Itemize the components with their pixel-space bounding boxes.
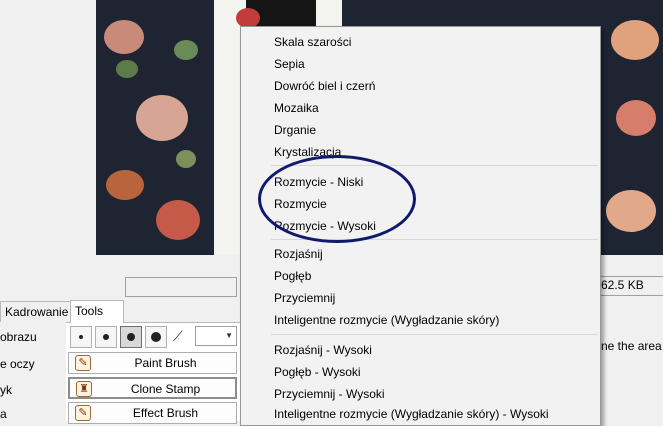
tab-label: Kadrowanie — [5, 305, 69, 319]
chevron-down-icon: ▼ — [225, 331, 233, 340]
menu-item-mozaika[interactable]: Mozaika — [274, 101, 319, 115]
leaf-decoration — [174, 40, 198, 60]
menu-item-inteligentne-rozmycie[interactable]: Inteligentne rozmycie (Wygładzanie skóry… — [274, 313, 499, 327]
flower-decoration — [616, 100, 656, 136]
flower-decoration — [104, 20, 144, 54]
side-label: yk — [0, 383, 12, 397]
paint-brush-icon: ✎ — [75, 355, 91, 371]
paint-brush-button[interactable]: ✎ Paint Brush — [68, 352, 237, 374]
menu-item-poglab-wysoki[interactable]: Pogłęb - Wysoki — [274, 365, 361, 379]
menu-item-odwroc[interactable]: Dowróć biel i czerń — [274, 79, 375, 93]
flower-decoration — [236, 8, 260, 28]
menu-item-skala-szarosci[interactable]: Skala szarości — [274, 35, 351, 49]
menu-item-przyciemnij-wysoki[interactable]: Przyciemnij - Wysoki — [274, 387, 385, 401]
menu-item-rozjasnij-wysoki[interactable]: Rozjaśnij - Wysoki — [274, 343, 372, 357]
tool-label: Paint Brush — [134, 356, 197, 370]
menu-item-poglab[interactable]: Pogłęb — [274, 269, 311, 283]
flower-decoration — [136, 95, 188, 141]
brush-size-xlarge-button[interactable] — [145, 326, 167, 348]
effect-brush-button[interactable]: ✎ Effect Brush — [68, 402, 237, 424]
status-field — [125, 277, 237, 297]
brush-size-small-button[interactable] — [70, 326, 92, 348]
menu-item-rozmycie[interactable]: Rozmycie — [274, 197, 327, 211]
brush-dot-icon — [151, 332, 161, 342]
clone-stamp-icon: ♜ — [76, 381, 92, 397]
flower-decoration — [606, 190, 656, 232]
menu-item-inteligentne-rozmycie-wysoki[interactable]: Inteligentne rozmycie (Wygładzanie skóry… — [274, 407, 549, 421]
menu-separator — [271, 334, 598, 335]
menu-separator — [271, 165, 598, 166]
leaf-decoration — [116, 60, 138, 78]
menu-item-rozmycie-niski[interactable]: Rozmycie - Niski — [274, 175, 363, 189]
leaf-decoration — [176, 150, 196, 168]
menu-item-rozmycie-wysoki[interactable]: Rozmycie - Wysoki — [274, 219, 376, 233]
menu-item-krystalizacja[interactable]: Krystalizacja — [274, 145, 341, 159]
flower-decoration — [156, 200, 200, 240]
menu-separator — [271, 239, 598, 240]
effect-brush-icon: ✎ — [75, 405, 91, 421]
file-size-text: 62.5 KB — [601, 278, 644, 292]
menu-item-drganie[interactable]: Drganie — [274, 123, 316, 137]
brush-dot-icon — [103, 334, 109, 340]
context-menu: Skala szarości Sepia Dowróć biel i czerń… — [240, 26, 601, 426]
brush-dot-icon — [79, 335, 83, 339]
menu-item-sepia[interactable]: Sepia — [274, 57, 305, 71]
flower-decoration — [106, 170, 144, 200]
tab-label: Tools — [75, 304, 104, 318]
brush-size-large-button[interactable] — [120, 326, 142, 348]
brush-dot-icon — [127, 333, 135, 341]
clone-stamp-button[interactable]: ♜ Clone Stamp — [68, 377, 237, 399]
tab-tools[interactable]: Tools — [70, 300, 124, 323]
hint-text: ne the area — [601, 339, 662, 353]
flower-decoration — [611, 20, 659, 60]
side-label: a — [0, 407, 7, 421]
eyedropper-icon[interactable]: ⟋ — [173, 328, 189, 346]
tool-label: Clone Stamp — [130, 382, 201, 396]
side-label: e oczy — [0, 357, 35, 371]
brush-size-medium-button[interactable] — [95, 326, 117, 348]
menu-item-rozjasnij[interactable]: Rozjaśnij — [274, 247, 323, 261]
menu-item-przyciemnij[interactable]: Przyciemnij — [274, 291, 335, 305]
tab-kadrowanie[interactable]: Kadrowanie — [0, 301, 72, 322]
side-label: obrazu — [0, 330, 37, 344]
color-dropdown[interactable]: ▼ — [195, 326, 237, 346]
tool-label: Effect Brush — [132, 406, 199, 420]
